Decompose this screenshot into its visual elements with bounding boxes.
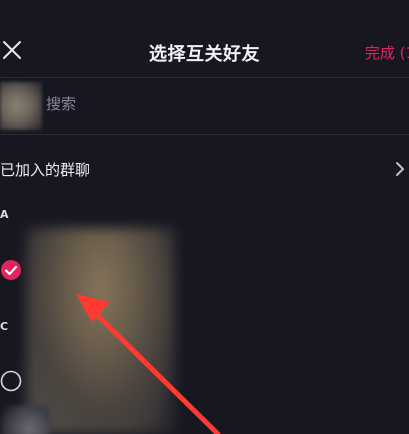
- joined-group-chats-label: 已加入的群聊: [0, 161, 91, 179]
- section-letter-a: A: [0, 208, 9, 221]
- search-input[interactable]: [46, 90, 386, 118]
- joined-group-chats-row[interactable]: 已加入的群聊: [0, 150, 409, 190]
- check-circle-filled-icon[interactable]: [0, 259, 22, 281]
- search-divider: [0, 134, 409, 135]
- friend-avatar[interactable]: [26, 228, 176, 434]
- done-button[interactable]: 完成 (1: [365, 42, 409, 63]
- section-letter-c: C: [0, 320, 9, 333]
- selected-friend-avatar[interactable]: [0, 82, 42, 130]
- search-row: [0, 78, 409, 132]
- friend-avatar[interactable]: [0, 405, 50, 434]
- radio-empty-icon[interactable]: [0, 370, 22, 392]
- page-title: 选择互关好友: [149, 44, 260, 65]
- header-bar: 选择互关好友 完成 (1: [0, 0, 409, 78]
- chevron-right-icon: [393, 160, 407, 178]
- select-mutual-friends-screen: 选择互关好友 完成 (1 已加入的群聊 A C: [0, 0, 409, 434]
